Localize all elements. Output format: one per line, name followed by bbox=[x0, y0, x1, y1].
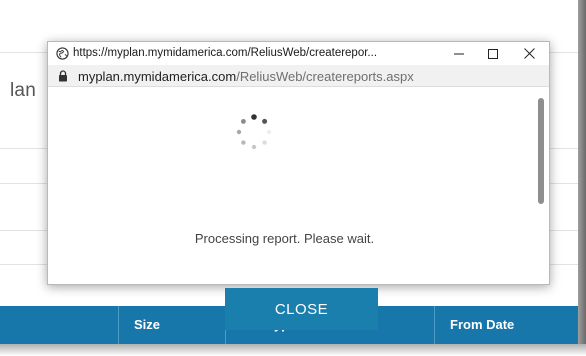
address-bar[interactable]: myplan.mymidamerica.com/ReliusWeb/create… bbox=[48, 65, 549, 87]
globe-icon bbox=[56, 47, 69, 60]
minimize-icon bbox=[454, 53, 464, 54]
processing-message: Processing report. Please wait. bbox=[194, 231, 375, 246]
close-icon bbox=[523, 48, 535, 59]
address-path: /ReliusWeb/createreports.aspx bbox=[236, 69, 414, 84]
popup-window: https://myplan.mymidamerica.com/ReliusWe… bbox=[47, 41, 550, 330]
address-url: myplan.mymidamerica.com/ReliusWeb/create… bbox=[78, 69, 414, 84]
page-edge-shadow bbox=[578, 0, 586, 356]
page-title: lan bbox=[10, 80, 36, 101]
maximize-icon bbox=[488, 48, 498, 59]
lock-icon bbox=[59, 70, 67, 82]
scrollbar-thumb[interactable] bbox=[538, 98, 544, 204]
popup-title: https://myplan.mymidamerica.com/ReliusWe… bbox=[73, 47, 378, 59]
column-header-size[interactable]: Size bbox=[118, 306, 160, 344]
close-button[interactable]: CLOSE bbox=[225, 288, 378, 330]
popup-titlebar[interactable]: https://myplan.mymidamerica.com/ReliusWe… bbox=[48, 42, 549, 65]
maximize-button[interactable] bbox=[475, 42, 511, 65]
scrollbar[interactable] bbox=[535, 88, 549, 284]
address-host: myplan.mymidamerica.com bbox=[78, 69, 237, 84]
column-header-from-date[interactable]: From Date bbox=[434, 306, 514, 344]
minimize-button[interactable] bbox=[441, 42, 477, 65]
spinner-icon bbox=[236, 114, 272, 150]
popup-content: Processing report. Please wait. CLOSE bbox=[48, 88, 549, 330]
page-bottom-shadow bbox=[0, 344, 586, 356]
close-window-button[interactable] bbox=[511, 42, 547, 65]
